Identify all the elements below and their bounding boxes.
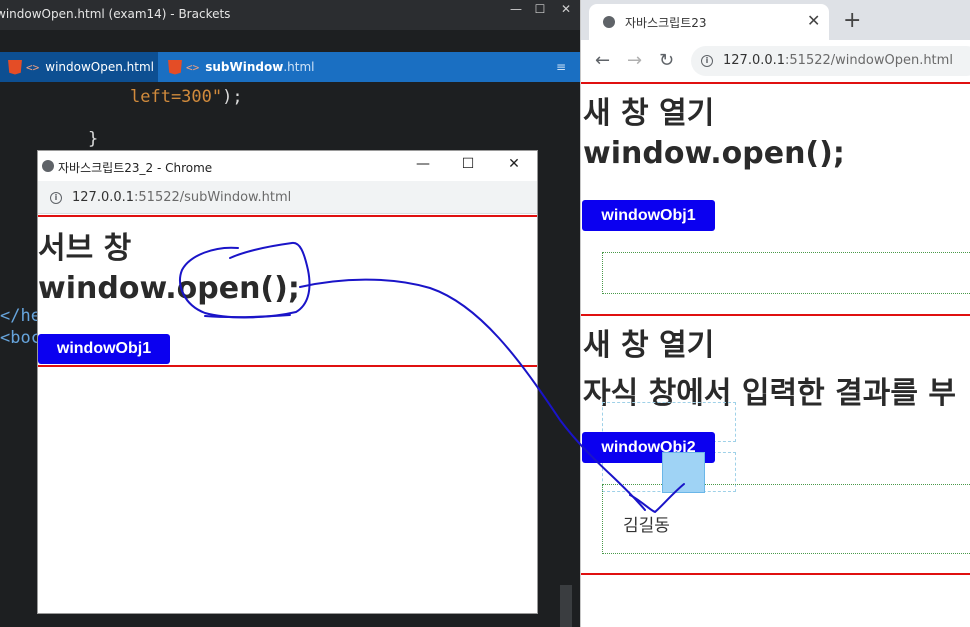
popup-subheading: window.open();	[38, 271, 300, 306]
html5-icon	[168, 59, 182, 75]
editor-maximize-button[interactable]: ☐	[530, 2, 550, 20]
code-chevron-icon: <>	[26, 60, 40, 74]
forward-button[interactable]: →	[627, 50, 642, 71]
code-line[interactable]: left=300");	[130, 87, 243, 107]
code-string: left=300"	[130, 87, 223, 107]
tab-menu-icon[interactable]: ≡	[556, 60, 566, 74]
editor-tab-label-name: subWindow	[205, 60, 284, 74]
devtools-selected-element	[662, 452, 705, 493]
main-chrome-window: 자바스크립트23 ✕ + ← → ↻ i 127.0.0.1:51522/win…	[580, 0, 970, 627]
popup-minimize-button[interactable]: —	[408, 156, 438, 176]
red-divider	[38, 215, 537, 217]
code-line[interactable]: }	[88, 129, 98, 149]
globe-icon	[603, 16, 615, 28]
popup-titlebar: 자바스크립트23_2 - Chrome — ☐ ✕	[38, 151, 537, 181]
omnibox-url[interactable]: 127.0.0.1:51522/windowOpen.html	[723, 53, 953, 68]
windowobj1-button[interactable]: windowObj1	[582, 200, 715, 231]
editor-scrollbar[interactable]	[560, 585, 572, 627]
new-tab-button[interactable]: +	[843, 8, 861, 33]
back-button[interactable]: ←	[595, 50, 610, 71]
chrome-tab[interactable]: 자바스크립트23 ✕	[589, 4, 829, 40]
code-line[interactable]: <boc	[0, 328, 41, 348]
red-divider	[581, 314, 970, 316]
info-icon[interactable]: i	[50, 192, 62, 204]
section1-heading: 새 창 열기	[583, 96, 715, 131]
html5-icon	[8, 59, 22, 75]
red-divider	[581, 82, 970, 84]
editor-window-title: windowOpen.html (exam14) - Brackets	[0, 7, 231, 21]
popup-chrome-window: 자바스크립트23_2 - Chrome — ☐ ✕ i 127.0.0.1:51…	[37, 150, 538, 614]
editor-tab-label: windowOpen.html	[45, 60, 154, 74]
code-line[interactable]: </he	[0, 306, 41, 326]
editor-close-button[interactable]: ✕	[556, 2, 576, 20]
chrome-toolbar: ← → ↻ i 127.0.0.1:51522/windowOpen.html	[581, 40, 970, 82]
code-punct: );	[222, 87, 243, 107]
chrome-tab-title: 자바스크립트23	[625, 16, 707, 30]
reload-button[interactable]: ↻	[659, 50, 674, 71]
code-chevron-icon: <>	[186, 60, 200, 74]
popup-address-bar[interactable]: i 127.0.0.1:51522/subWindow.html	[38, 181, 537, 214]
url-host: 127.0.0.1	[723, 53, 786, 68]
url-path: :51522/subWindow.html	[134, 190, 292, 205]
editor-tab-subwindow[interactable]: <> subWindow .html	[160, 52, 340, 82]
close-icon[interactable]: ✕	[807, 11, 820, 30]
popup-url[interactable]: 127.0.0.1:51522/subWindow.html	[72, 190, 291, 205]
info-icon[interactable]: i	[701, 55, 713, 67]
section1-output-box	[602, 252, 970, 294]
editor-minimize-button[interactable]: —	[506, 2, 526, 20]
section1-subheading: window.open();	[583, 136, 845, 171]
section2-heading: 새 창 열기	[583, 328, 715, 363]
child-result-text: 김길동	[623, 516, 670, 536]
popup-heading: 서브 창	[38, 231, 132, 266]
popup-window-title: 자바스크립트23_2 - Chrome	[58, 161, 213, 175]
editor-tab-label-ext: .html	[283, 60, 315, 74]
popup-close-button[interactable]: ✕	[499, 156, 529, 176]
url-path: :51522/windowOpen.html	[785, 53, 953, 68]
popup-windowobj1-button[interactable]: windowObj1	[38, 334, 170, 364]
red-divider	[38, 365, 537, 367]
omnibox[interactable]: i 127.0.0.1:51522/windowOpen.html	[691, 46, 970, 76]
globe-icon	[42, 160, 54, 172]
editor-tab-windowopen[interactable]: <> windowOpen.html	[0, 52, 158, 82]
chrome-tabstrip: 자바스크립트23 ✕ +	[581, 0, 970, 40]
section2-output-box: 김길동	[602, 484, 970, 554]
editor-tabbar: <> windowOpen.html <> subWindow .html ≡	[0, 52, 580, 82]
url-host: 127.0.0.1	[72, 190, 135, 205]
popup-maximize-button[interactable]: ☐	[453, 156, 483, 176]
editor-titlebar: windowOpen.html (exam14) - Brackets — ☐ …	[0, 0, 580, 30]
red-divider	[581, 573, 970, 575]
page-content: 새 창 열기 window.open(); windowObj1 새 창 열기 …	[581, 82, 970, 627]
